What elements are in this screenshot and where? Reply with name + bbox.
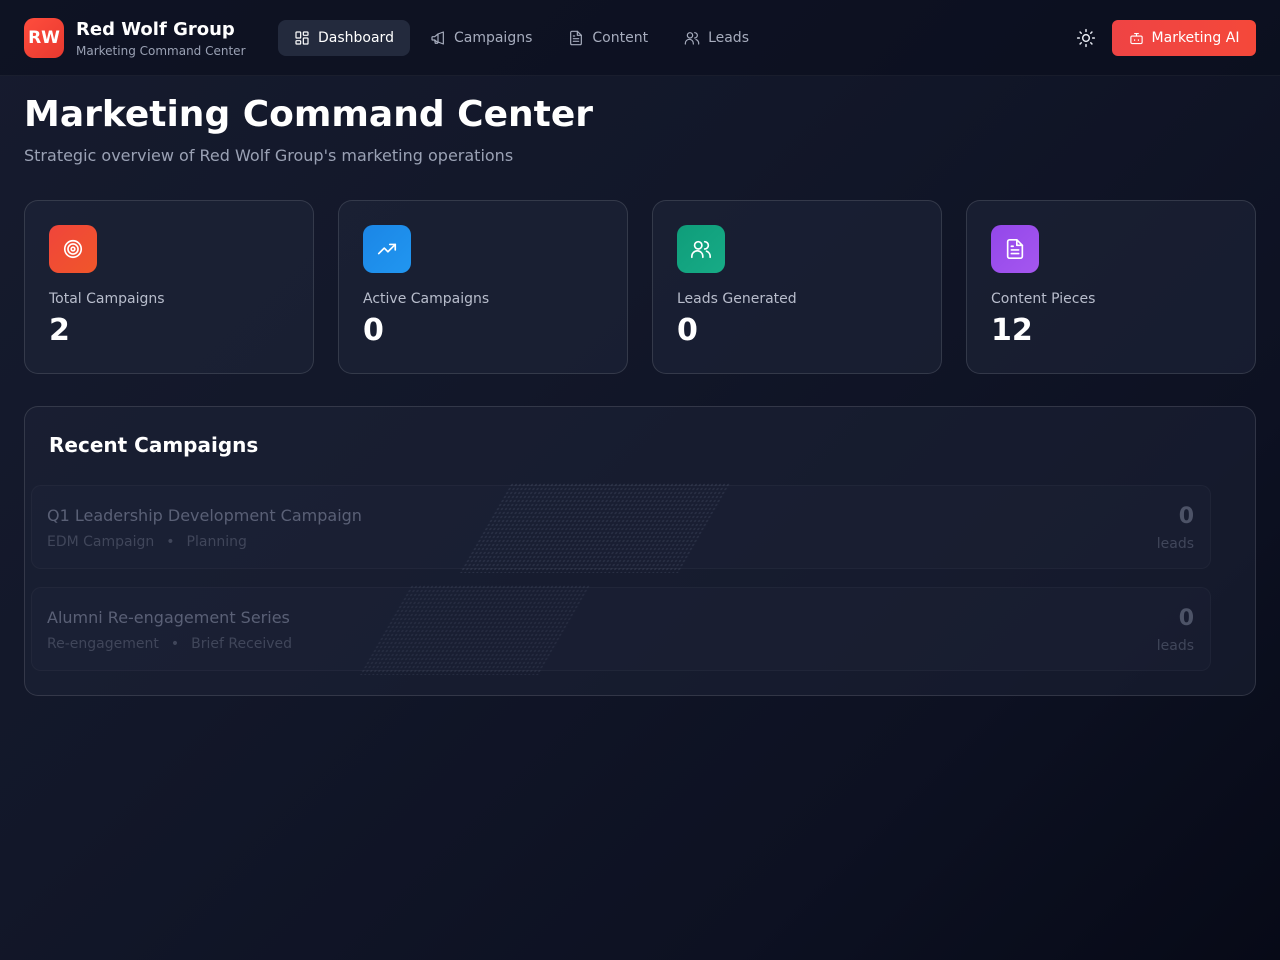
- campaign-row-q1-leadership[interactable]: Q1 Leadership Development Campaign EDM C…: [31, 485, 1211, 569]
- stat-label: Leads Generated: [677, 291, 797, 307]
- campaign-leads-count: 0: [1178, 504, 1194, 529]
- brand-name: Red Wolf Group: [76, 19, 235, 40]
- stat-value: 0: [677, 313, 698, 348]
- marketing-ai-label: Marketing AI: [1151, 30, 1240, 46]
- campaign-type: EDM Campaign: [47, 534, 155, 550]
- stat-label: Active Campaigns: [363, 291, 490, 307]
- campaign-type: Re-engagement: [47, 636, 159, 652]
- nav-item-dashboard[interactable]: Dashboard: [278, 20, 410, 56]
- users-icon: [684, 32, 700, 45]
- stat-card-leads-generated: Leads Generated 0: [652, 200, 942, 374]
- stats-grid: Total Campaigns 2 Active Campaigns 0 Lea…: [24, 200, 1256, 374]
- campaign-name: Alumni Re-engagement Series: [47, 608, 290, 627]
- stat-value: 0: [363, 313, 384, 348]
- dashboard-icon: [295, 31, 309, 45]
- stat-card-content-pieces: Content Pieces 12: [966, 200, 1256, 374]
- users-icon: [677, 225, 725, 273]
- nav-item-label: Dashboard: [318, 30, 394, 46]
- page-title: Marketing Command Center: [24, 94, 593, 135]
- target-icon: [49, 225, 97, 273]
- campaign-meta: EDM Campaign • Planning: [47, 534, 247, 550]
- campaign-leads-unit: leads: [1156, 638, 1194, 654]
- stat-label: Content Pieces: [991, 291, 1096, 307]
- sun-icon: [1076, 28, 1096, 48]
- nav-item-label: Leads: [708, 30, 749, 46]
- stat-label: Total Campaigns: [49, 291, 165, 307]
- campaign-row-alumni-reengagement[interactable]: Alumni Re-engagement Series Re-engagemen…: [31, 587, 1211, 671]
- bot-icon: [1129, 32, 1143, 44]
- campaign-status: Brief Received: [191, 636, 293, 652]
- main-nav: Dashboard Campaigns Content Leads: [278, 20, 769, 56]
- marketing-ai-button[interactable]: Marketing AI: [1112, 20, 1256, 56]
- nav-item-campaigns[interactable]: Campaigns: [414, 20, 548, 56]
- campaign-leads-count: 0: [1178, 606, 1194, 631]
- campaign-meta: Re-engagement • Brief Received: [47, 636, 292, 652]
- brand-subtitle: Marketing Command Center: [76, 44, 246, 58]
- document-icon: [991, 225, 1039, 273]
- stat-value: 12: [991, 313, 1033, 348]
- campaign-leads-unit: leads: [1156, 536, 1194, 552]
- campaign-status: Planning: [186, 534, 247, 550]
- stat-card-active-campaigns: Active Campaigns 0: [338, 200, 628, 374]
- page-subtitle: Strategic overview of Red Wolf Group's m…: [24, 146, 514, 165]
- document-icon: [570, 30, 583, 46]
- trending-up-icon: [363, 225, 411, 273]
- nav-item-label: Campaigns: [453, 30, 533, 46]
- top-header: RW Red Wolf Group Marketing Command Cent…: [0, 0, 1280, 76]
- nav-item-label: Content: [592, 30, 649, 46]
- brand-logo[interactable]: RW: [24, 18, 64, 58]
- stat-value: 2: [49, 313, 70, 348]
- megaphone-icon: [431, 31, 444, 45]
- nav-item-content[interactable]: Content: [552, 20, 664, 56]
- recent-campaigns-panel: Recent Campaigns Q1 Leadership Developme…: [24, 406, 1256, 696]
- recent-campaigns-title: Recent Campaigns: [49, 433, 259, 457]
- stat-card-total-campaigns: Total Campaigns 2: [24, 200, 314, 374]
- theme-toggle-button[interactable]: [1070, 22, 1102, 54]
- nav-item-leads[interactable]: Leads: [668, 20, 765, 56]
- meta-separator: •: [170, 636, 180, 652]
- campaign-name: Q1 Leadership Development Campaign: [47, 506, 362, 525]
- meta-separator: •: [166, 534, 175, 550]
